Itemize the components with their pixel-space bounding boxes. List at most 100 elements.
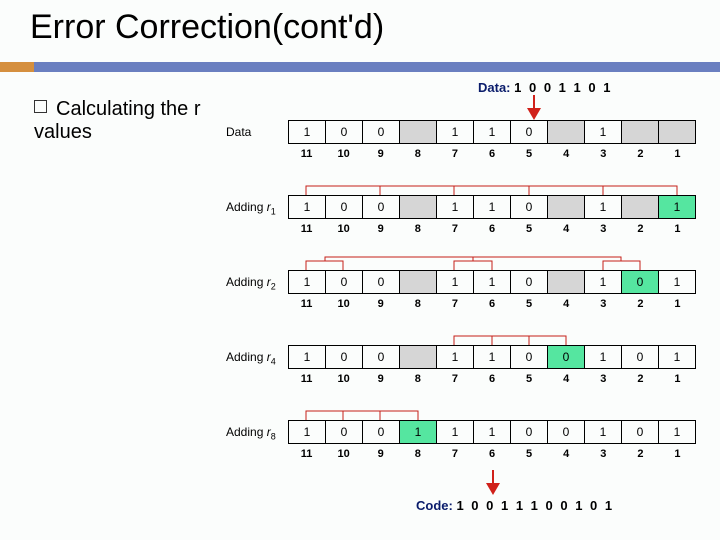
bit-cell: 1: [474, 271, 511, 294]
bit-cell: 0: [511, 346, 548, 369]
position-label: 4: [548, 448, 585, 460]
position-label: 10: [325, 148, 362, 160]
position-label: 1: [659, 223, 696, 235]
position-label: 6: [473, 373, 510, 385]
position-label: 9: [362, 148, 399, 160]
position-label: 3: [585, 448, 622, 460]
bit-cell: 1: [289, 271, 326, 294]
bit-cell: 1: [659, 196, 696, 219]
position-labels: 1110987654321: [288, 369, 696, 387]
bit-cell: 0: [326, 346, 363, 369]
connectors-r4: [288, 330, 698, 346]
position-label: 4: [548, 298, 585, 310]
top-arrow-stem: [533, 95, 535, 109]
position-label: 6: [473, 298, 510, 310]
position-label: 11: [288, 148, 325, 160]
bottom-arrow-stem: [492, 470, 494, 484]
bit-cell: 0: [511, 421, 548, 444]
row-label: Adding r2: [226, 275, 276, 291]
bit-cell: 1: [585, 196, 622, 219]
position-label: 9: [362, 298, 399, 310]
position-label: 4: [548, 373, 585, 385]
position-label: 8: [399, 448, 436, 460]
position-label: 6: [473, 448, 510, 460]
bit-cell: 1: [474, 421, 511, 444]
position-label: 6: [473, 223, 510, 235]
code-footer: Code: 1 0 0 1 1 1 0 0 1 0 1: [416, 498, 614, 513]
bit-cell: 1: [659, 346, 696, 369]
bit-cell: 1: [659, 421, 696, 444]
bit-cell: [400, 271, 437, 294]
position-label: 8: [399, 298, 436, 310]
position-label: 1: [659, 298, 696, 310]
top-arrow-icon: [527, 108, 541, 120]
bit-cell: 0: [511, 196, 548, 219]
position-label: 2: [622, 298, 659, 310]
position-label: 3: [585, 373, 622, 385]
position-label: 1: [659, 448, 696, 460]
row-label: Adding r1: [226, 200, 276, 216]
bit-cell: 0: [511, 271, 548, 294]
bit-cell: 1: [289, 196, 326, 219]
data-header-label: Data:: [478, 80, 511, 95]
bit-cell: [400, 346, 437, 369]
position-label: 10: [325, 298, 362, 310]
bit-cell: 1: [585, 346, 622, 369]
bottom-arrow-icon: [486, 483, 500, 495]
position-labels: 1110987654321: [288, 444, 696, 462]
bit-cell: 0: [326, 121, 363, 144]
row-label: Adding r8: [226, 425, 276, 441]
position-label: 4: [548, 223, 585, 235]
position-label: 5: [511, 448, 548, 460]
bit-cell: 0: [363, 271, 400, 294]
bit-cell: 0: [622, 421, 659, 444]
position-label: 11: [288, 448, 325, 460]
position-label: 9: [362, 448, 399, 460]
bit-cell: 0: [363, 421, 400, 444]
position-label: 5: [511, 148, 548, 160]
position-label: 7: [436, 373, 473, 385]
position-labels: 1110987654321: [288, 294, 696, 312]
bit-table: 10011100101: [288, 420, 696, 444]
code-footer-bits: 1 0 0 1 1 1 0 0 1 0 1: [456, 498, 614, 513]
position-label: 5: [511, 298, 548, 310]
diagram: Data: 1 0 0 1 1 0 1 Data1001101111098765…: [226, 80, 716, 520]
bit-cell: [400, 196, 437, 219]
connectors-r8: [288, 405, 698, 421]
bit-cell: 1: [659, 271, 696, 294]
bit-cell: 1: [474, 346, 511, 369]
position-label: 2: [622, 448, 659, 460]
position-label: 10: [325, 373, 362, 385]
bit-cell: 1: [437, 346, 474, 369]
bit-cell: 0: [622, 346, 659, 369]
position-label: 1: [659, 148, 696, 160]
slide: Error Correction(cont'd) Calculating the…: [0, 0, 720, 540]
bit-cell: 1: [289, 121, 326, 144]
position-label: 9: [362, 373, 399, 385]
bullet-text: Calculating the r values: [34, 98, 201, 143]
bit-cell: [548, 196, 585, 219]
bit-table: 1001100101: [288, 345, 696, 369]
code-footer-label: Code:: [416, 498, 453, 513]
bit-cell: [659, 121, 696, 144]
position-label: 11: [288, 298, 325, 310]
position-label: 7: [436, 148, 473, 160]
page-title: Error Correction(cont'd): [30, 8, 384, 47]
position-label: 5: [511, 223, 548, 235]
data-header-bits: 1 0 0 1 1 0 1: [514, 80, 612, 95]
bit-cell: 1: [437, 421, 474, 444]
position-label: 3: [585, 223, 622, 235]
bit-cell: 1: [437, 271, 474, 294]
position-label: 8: [399, 223, 436, 235]
accent-chip: [0, 62, 34, 72]
bit-cell: 0: [622, 271, 659, 294]
bit-table: 100110101: [288, 270, 696, 294]
position-label: 3: [585, 148, 622, 160]
bit-cell: 0: [548, 346, 585, 369]
position-label: 7: [436, 223, 473, 235]
position-label: 5: [511, 373, 548, 385]
bit-table: 1001101: [288, 120, 696, 144]
data-header: Data: 1 0 0 1 1 0 1: [478, 80, 612, 95]
position-label: 2: [622, 223, 659, 235]
bit-cell: 0: [326, 271, 363, 294]
